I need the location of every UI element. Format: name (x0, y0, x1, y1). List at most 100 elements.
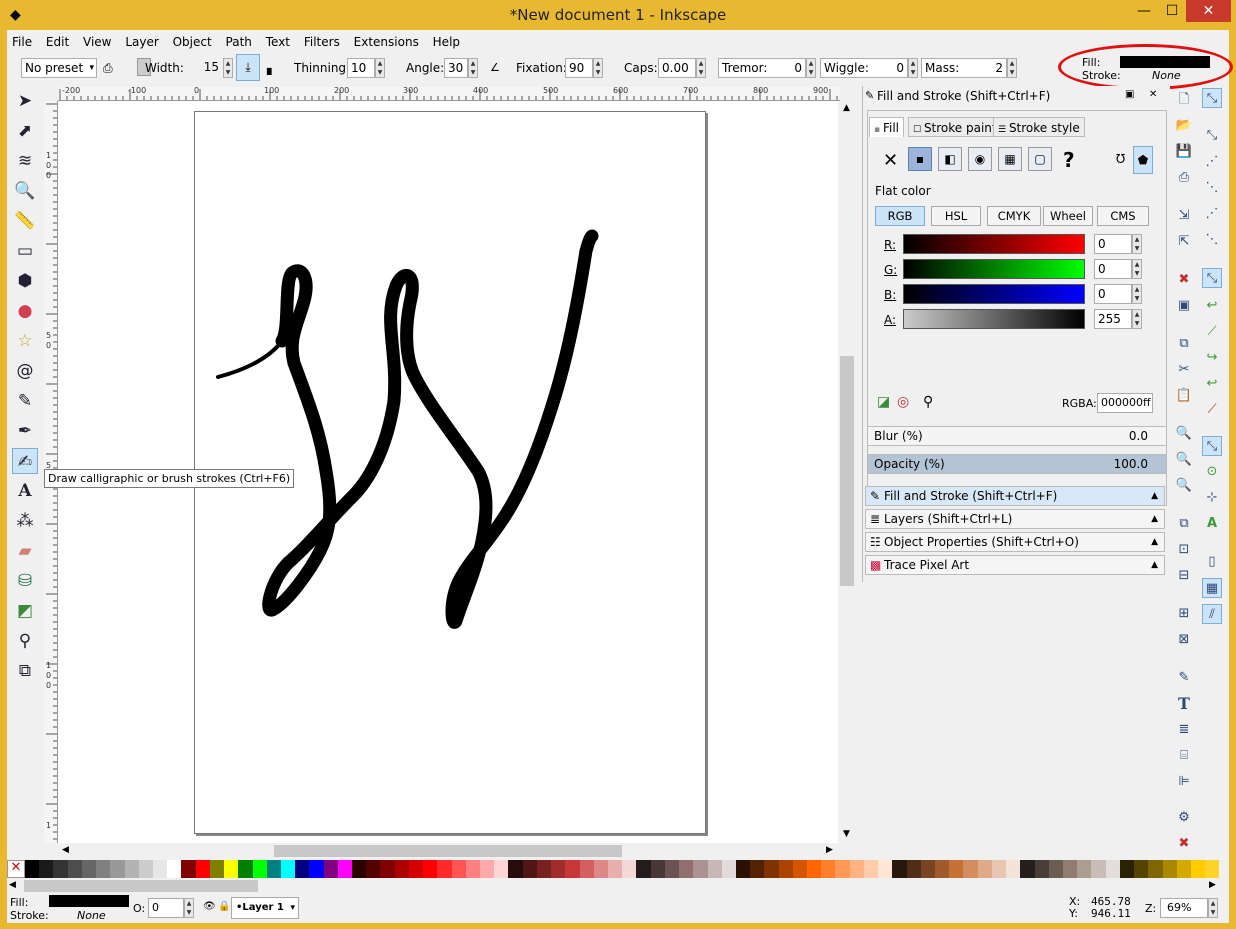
color-swatch[interactable] (508, 860, 523, 878)
color-swatch[interactable] (124, 860, 139, 878)
color-swatch[interactable] (451, 860, 466, 878)
r-field[interactable]: 0 (1094, 234, 1132, 254)
color-swatch[interactable] (906, 860, 921, 878)
color-swatch[interactable] (1176, 860, 1191, 878)
color-swatch[interactable] (394, 860, 409, 878)
color-swatch[interactable] (650, 860, 665, 878)
close-icon[interactable]: ✕ (1149, 89, 1157, 100)
snap-path-icon[interactable]: ↩ (1202, 296, 1222, 316)
color-swatch[interactable] (1190, 860, 1206, 878)
fixation-spinner[interactable]: ▲ ▼ (593, 58, 603, 78)
color-swatch[interactable] (622, 860, 637, 878)
calligraphy-tool-icon[interactable]: ✍ (12, 448, 38, 474)
g-slider[interactable] (903, 259, 1085, 279)
snap-bbox-icon[interactable]: ⤡ (1202, 126, 1222, 146)
zoom-drawing-icon[interactable]: 🔍 (1174, 450, 1194, 470)
tweak-tool-icon[interactable]: ≋ (12, 148, 38, 174)
color-swatch[interactable] (309, 860, 324, 878)
color-swatch[interactable] (1134, 860, 1149, 878)
group-icon[interactable]: ⊞ (1174, 604, 1194, 624)
star-tool-icon[interactable]: ☆ (12, 328, 38, 354)
color-swatch[interactable] (181, 860, 196, 878)
scroll-left-icon[interactable]: ◀ (62, 845, 69, 855)
mode-hsl[interactable]: HSL (931, 206, 981, 226)
color-swatch[interactable] (209, 860, 225, 878)
color-swatch[interactable] (536, 860, 552, 878)
color-swatch[interactable] (1062, 860, 1078, 878)
opacity-slider[interactable]: Opacity (%) 100.0 (867, 454, 1167, 474)
blur-slider[interactable]: Blur (%) 0.0 (867, 426, 1167, 446)
evenodd-icon[interactable]: Ʊ (1116, 152, 1125, 166)
snap-cusp-icon[interactable]: ↪ (1202, 348, 1222, 368)
dock-fill-stroke[interactable]: ✎ Fill and Stroke (Shift+Ctrl+F) ▲ (865, 486, 1165, 506)
no-paint-icon[interactable]: ✕ (883, 150, 898, 171)
pattern-icon[interactable]: ▦ (998, 147, 1022, 171)
spiral-tool-icon[interactable]: @ (12, 358, 38, 384)
layers-icon[interactable]: ≣ (1174, 720, 1194, 740)
angle-tilt-icon[interactable]: ∠ (490, 59, 500, 77)
snap-bbox-center-icon[interactable]: ⋱ (1202, 230, 1222, 250)
zoom-field[interactable]: 69% (1160, 898, 1208, 918)
status-stroke-value[interactable]: None (77, 909, 106, 922)
pen-tool-icon[interactable]: ✒ (12, 418, 38, 444)
vertical-scrollbar[interactable]: ▲ ▼ (839, 101, 855, 843)
preferences-icon[interactable]: ⚙ (1174, 808, 1194, 828)
color-swatch[interactable] (167, 860, 182, 878)
angle-spinner[interactable]: ▲ ▼ (468, 58, 478, 78)
color-swatch[interactable] (480, 860, 495, 878)
color-swatch[interactable] (138, 860, 153, 878)
cut-icon[interactable]: ✂ (1174, 360, 1194, 380)
dock-object-properties[interactable]: ☷ Object Properties (Shift+Ctrl+O) ▲ (865, 532, 1165, 552)
color-swatch[interactable] (1162, 860, 1177, 878)
snap-smooth-icon[interactable]: ↩ (1202, 374, 1222, 394)
menu-filters[interactable]: Filters (299, 32, 345, 52)
color-swatch[interactable] (963, 860, 978, 878)
caps-field[interactable]: 0.00 (658, 58, 696, 78)
3d-box-tool-icon[interactable]: ⬢ (12, 268, 38, 294)
color-swatch[interactable] (408, 860, 424, 878)
mode-rgb[interactable]: RGB (875, 206, 925, 226)
text-font-icon[interactable]: T (1174, 694, 1194, 714)
redo-icon[interactable]: ▣ (1174, 296, 1194, 316)
caps-spinner[interactable]: ▲ ▼ (696, 58, 706, 78)
rgba-field[interactable]: 000000ff (1097, 393, 1153, 413)
snap-intersection-icon[interactable]: ⟋ (1202, 322, 1222, 342)
close-icon[interactable]: ✕ (1186, 0, 1231, 22)
mass-field[interactable]: Mass: 2 (921, 58, 1007, 78)
color-swatch[interactable] (25, 860, 40, 878)
b-field[interactable]: 0 (1094, 284, 1132, 304)
snap-grid-icon[interactable]: ▦ (1202, 578, 1222, 598)
opacity-field[interactable]: 0 (148, 898, 184, 918)
snap-text-baseline-icon[interactable]: A (1202, 514, 1222, 534)
color-swatch[interactable] (522, 860, 537, 878)
snap-others-icon[interactable]: ⤡ (1202, 436, 1222, 456)
snap-bbox-corner-icon[interactable]: ⋱ (1202, 178, 1222, 198)
eye-icon[interactable]: 👁 (203, 901, 216, 912)
tab-stroke-style[interactable]: ☰ Stroke style (993, 117, 1085, 137)
menu-extensions[interactable]: Extensions (349, 32, 424, 52)
dock-layers[interactable]: ≣ Layers (Shift+Ctrl+L) ▲ (865, 509, 1165, 529)
fixation-field[interactable]: 90 (565, 58, 593, 78)
angle-field[interactable]: 30 (444, 58, 468, 78)
color-swatch[interactable] (679, 860, 694, 878)
spray-tool-icon[interactable]: ⁂ (12, 508, 38, 534)
snap-bbox-edge-icon[interactable]: ⋰ (1202, 152, 1222, 172)
snap-guide-icon[interactable]: ⫽ (1202, 604, 1222, 624)
selector-tool-icon[interactable]: ➤ (12, 88, 38, 114)
g-spinner[interactable]: ▲ ▼ (1132, 259, 1142, 279)
color-picker-icon[interactable]: ⚲ (923, 394, 933, 410)
scroll-left-icon[interactable]: ◀ (9, 880, 23, 892)
color-swatch[interactable] (750, 860, 765, 878)
color-swatch[interactable] (423, 860, 438, 878)
color-swatch[interactable] (366, 860, 381, 878)
snap-bbox-midpoint-icon[interactable]: ⋰ (1202, 204, 1222, 224)
color-swatch[interactable] (238, 860, 253, 878)
color-swatch[interactable] (764, 860, 779, 878)
save-icon[interactable]: 💾 (1174, 142, 1194, 162)
undo-icon[interactable]: ✖ (1174, 270, 1194, 290)
scroll-thumb[interactable] (274, 845, 622, 857)
flat-color-icon[interactable]: ▪ (908, 147, 932, 171)
pressure-icon[interactable]: ⤓ (236, 54, 260, 81)
snap-rotation-center-icon[interactable]: ⊹ (1202, 488, 1222, 508)
print-icon[interactable]: ⎙ (1174, 168, 1194, 188)
